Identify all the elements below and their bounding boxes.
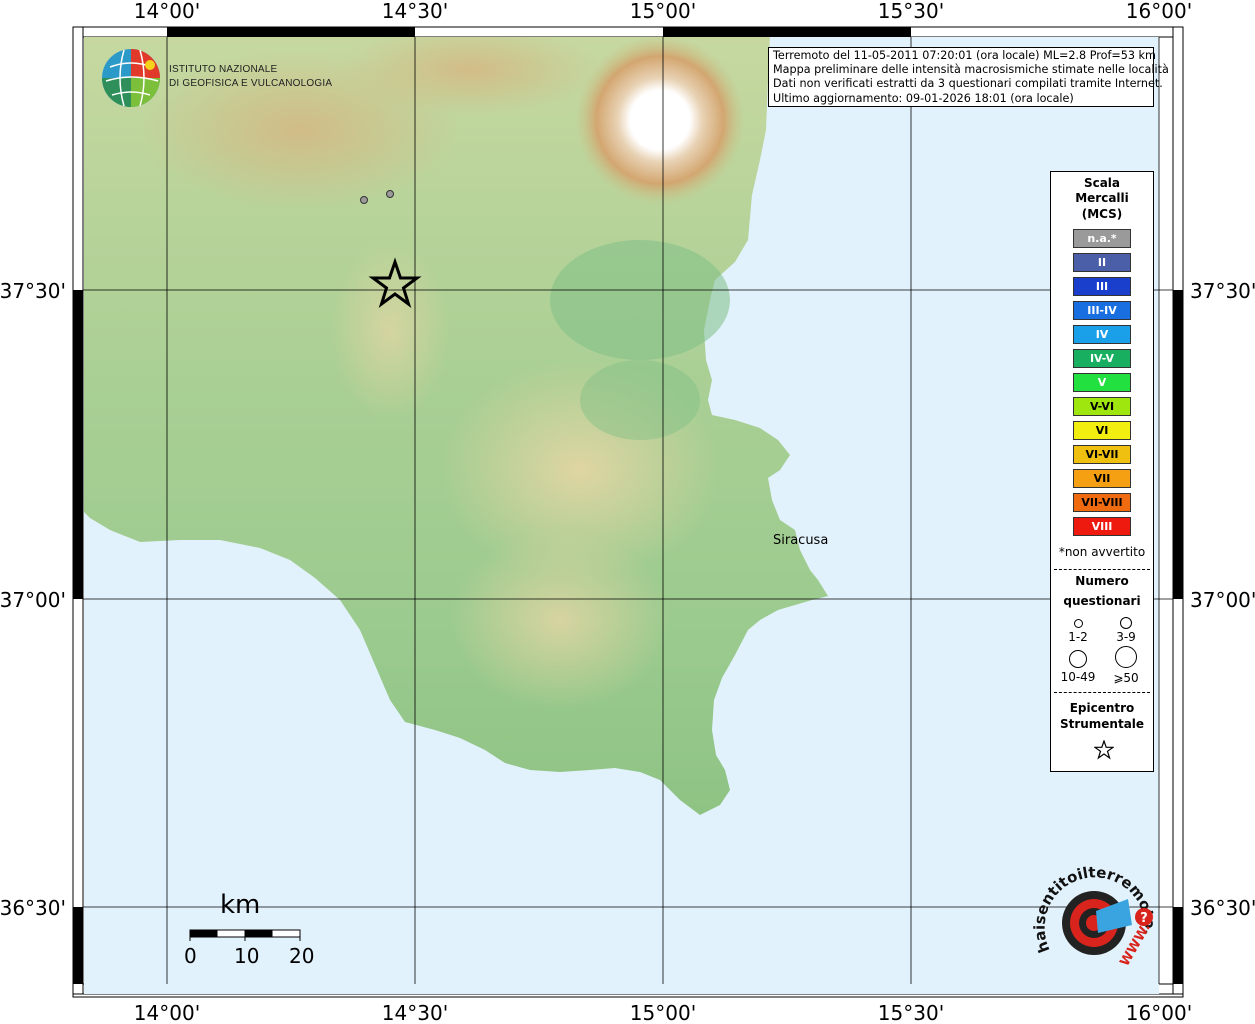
- legend-note: *non avvertito: [1058, 545, 1146, 559]
- info-line-3: Dati non verificati estratti da 3 questi…: [773, 77, 1163, 91]
- size-medium-icon: [1120, 617, 1132, 629]
- lat-label-right-3: 36°30': [1190, 896, 1255, 920]
- info-line-1: Terremoto del 11-05-2011 07:20:01 (ora l…: [773, 49, 1156, 62]
- scale-unit: km: [220, 890, 261, 920]
- questionnaire-marker[interactable]: [386, 190, 394, 198]
- legend-panel: Scala Mercalli (MCS) n.a.* II III III-IV IV I…: [1050, 171, 1154, 772]
- lon-label-top-5: 16°00': [1126, 0, 1192, 23]
- mcs-level-iii: III: [1073, 277, 1131, 296]
- size-xlarge-icon: [1115, 646, 1137, 668]
- size-label-1: 1-2: [1068, 630, 1088, 644]
- haisentito-logo[interactable]: haisentitoilterremoto.it ? WWW.: [1028, 841, 1162, 985]
- legend-title-1: Scala: [1083, 176, 1121, 190]
- epicenter-legend-star-icon: [1094, 740, 1114, 760]
- mcs-level-v-vi: V-VI: [1073, 397, 1131, 416]
- questionnaire-marker[interactable]: [360, 196, 368, 204]
- lon-label-top-2: 14°30': [382, 0, 448, 23]
- lat-label-left-3: 36°30': [0, 896, 66, 920]
- lon-label-bottom-1: 14°00': [134, 1001, 200, 1024]
- haisentito-emblem-icon: haisentitoilterremoto.it ? WWW.: [1028, 841, 1158, 969]
- legend-separator: [1054, 692, 1150, 693]
- lon-label-bottom-2: 14°30': [382, 1001, 448, 1024]
- epicenter-title-1: Epicentro: [1069, 701, 1135, 715]
- lat-label-left-1: 37°30': [0, 279, 66, 303]
- mcs-level-iv-v: IV-V: [1073, 349, 1131, 368]
- lon-label-bottom-4: 15°30': [878, 1001, 944, 1024]
- scale-bar: km 0 10 20: [180, 890, 330, 970]
- questionnaire-title-1: Numero: [1075, 574, 1129, 588]
- mcs-level-vi-vii: VI-VII: [1073, 445, 1131, 464]
- size-label-3: 10-49: [1060, 670, 1096, 684]
- mcs-level-iii-iv: III-IV: [1073, 301, 1131, 320]
- ingv-globe-icon: [102, 49, 160, 107]
- scale-label-20: 20: [289, 944, 315, 968]
- mcs-level-iv: IV: [1073, 325, 1131, 344]
- mcs-level-ii: II: [1073, 253, 1131, 272]
- legend-title-3: (MCS): [1081, 207, 1123, 221]
- lon-label-top-3: 15°00': [630, 0, 696, 23]
- scale-bar-ruler: [189, 929, 301, 941]
- lat-label-right-2: 37°00': [1190, 588, 1255, 612]
- mcs-level-v: V: [1073, 373, 1131, 392]
- city-label-siracusa: Siracusa: [773, 533, 829, 548]
- ingv-logo: ISTITUTO NAZIONALE DI GEOFISICA E VULCAN…: [100, 47, 332, 111]
- event-info-box: Terremoto del 11-05-2011 07:20:01 (ora l…: [768, 47, 1169, 107]
- info-line-4: Ultimo aggiornamento: 09-01-2026 18:01 (…: [773, 91, 1074, 105]
- size-small-icon: [1074, 619, 1083, 628]
- lat-label-left-2: 37°00': [0, 588, 66, 612]
- ingv-name-line2: DI GEOFISICA E VULCANOLOGIA: [169, 78, 333, 89]
- scale-label-0: 0: [184, 944, 197, 968]
- lon-label-bottom-5: 16°00': [1126, 1001, 1192, 1024]
- scale-label-10: 10: [234, 944, 260, 968]
- mcs-level-vii-viii: VII-VIII: [1073, 493, 1131, 512]
- legend-title-2: Mercalli: [1075, 191, 1129, 205]
- legend-separator: [1054, 569, 1150, 570]
- size-label-4: ⩾50: [1113, 671, 1139, 685]
- questionnaire-title-2: questionari: [1063, 594, 1141, 608]
- mcs-level-viii: VIII: [1073, 517, 1131, 536]
- mcs-level-n-a-: n.a.*: [1073, 229, 1131, 248]
- size-label-2: 3-9: [1116, 630, 1136, 644]
- size-large-icon: [1069, 650, 1087, 668]
- info-line-2: Mappa preliminare delle intensità macros…: [773, 63, 1169, 77]
- lat-label-right-1: 37°30': [1190, 279, 1255, 303]
- lon-label-bottom-3: 15°00': [630, 1001, 696, 1024]
- mcs-level-vii: VII: [1073, 469, 1131, 488]
- epicenter-title-2: Strumentale: [1059, 717, 1145, 731]
- mcs-level-vi: VI: [1073, 421, 1131, 440]
- lon-label-top-1: 14°00': [134, 0, 200, 23]
- lon-label-top-4: 15°30': [878, 0, 944, 23]
- ingv-name-line1: ISTITUTO NAZIONALE: [169, 64, 278, 75]
